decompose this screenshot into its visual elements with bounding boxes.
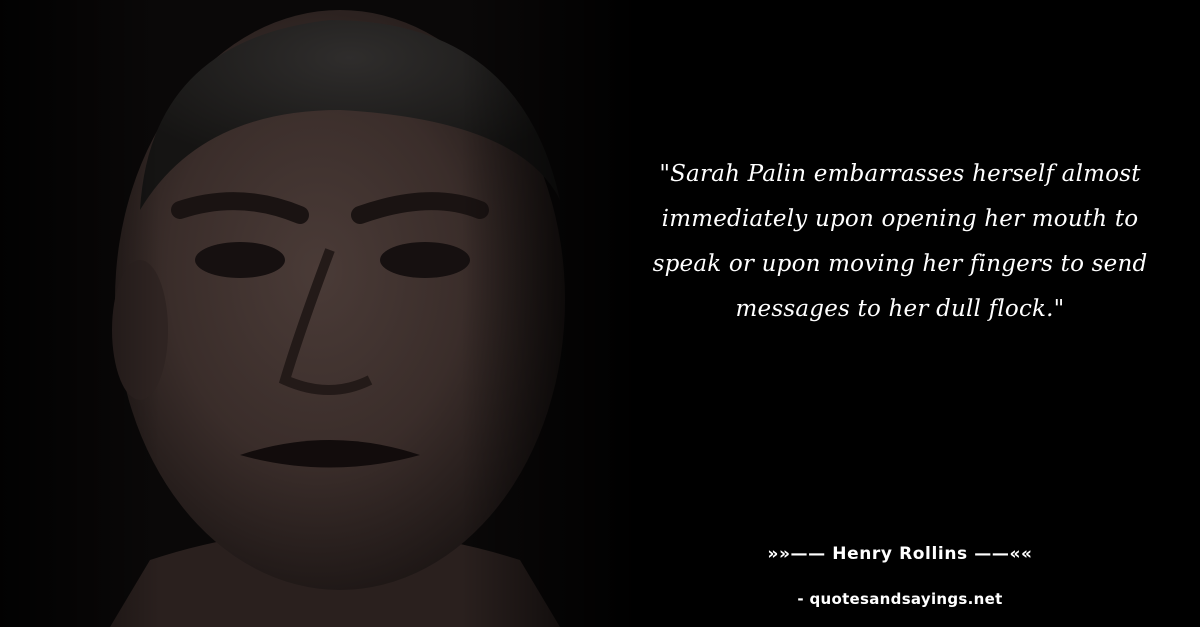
quote-card: "Sarah Palin embarrasses herself almost … [0, 0, 1200, 627]
source-website: - quotesandsayings.net [797, 590, 1003, 608]
author-portrait-image [0, 0, 640, 627]
author-attribution: »»—— Henry Rollins ——«« [767, 544, 1033, 564]
quote-text: "Sarah Palin embarrasses herself almost … [652, 161, 1148, 322]
